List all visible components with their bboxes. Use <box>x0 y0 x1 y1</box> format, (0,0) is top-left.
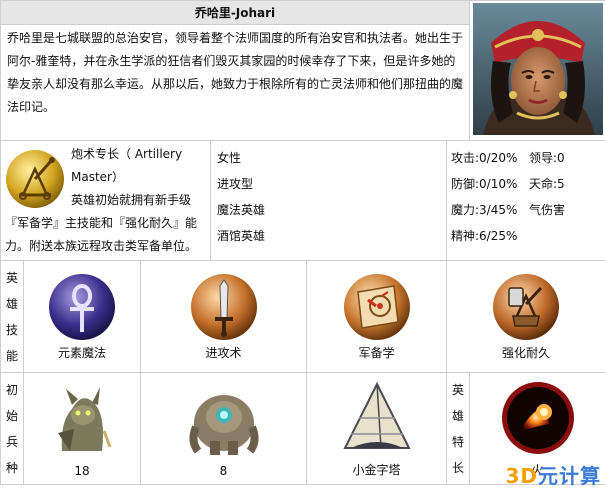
attributes-panel: 女性 进攻型 魔法英雄 酒馆英雄 <box>210 140 447 261</box>
gender-label: 女性 <box>217 151 242 165</box>
stat-leadership: 领导:0 <box>529 151 565 165</box>
gremlin-icon <box>42 381 122 459</box>
stat-qi: 气伤害 <box>529 203 566 217</box>
catapult-icon <box>493 274 559 340</box>
troop-count: 8 <box>219 464 228 478</box>
specialty-panel: 炮术专长（ Artillery Master） 英雄初始就拥有新手级『军备学』主… <box>0 140 211 261</box>
style-label: 进攻型 <box>217 177 254 191</box>
ankh-icon <box>49 274 115 340</box>
skill-enhanced-durability[interactable]: 强化耐久 <box>446 260 605 373</box>
hero-biography: 乔哈里是七城联盟的总治安官，领导着整个法师国度的所有治安官和执法者。她出生于阿尔… <box>0 24 470 141</box>
skill-label: 元素魔法 <box>57 346 106 360</box>
hero-special-label: 英雄特长 <box>446 372 470 485</box>
troops-label-text: 初始兵种 <box>6 382 19 475</box>
stat-attack: 攻击:0/20% <box>451 151 518 165</box>
hero-name: 乔哈里-Johari <box>0 0 470 25</box>
stat-spirit: 精神:6/25% <box>451 229 518 243</box>
skill-label: 进攻术 <box>205 346 242 360</box>
troop-slot-3[interactable]: 小金字塔 <box>306 372 447 485</box>
tavern-label: 酒馆英雄 <box>217 229 266 243</box>
skill-label: 强化耐久 <box>501 346 550 360</box>
watermark-text: 元计算 <box>538 464 601 488</box>
troop-slot-2[interactable]: 8 <box>140 372 307 485</box>
hero-portrait <box>469 0 605 141</box>
catapult-icon <box>6 150 64 208</box>
war-machines-icon <box>343 274 410 340</box>
troop-name: 小金字塔 <box>352 463 401 477</box>
skills-label: 英雄技能 <box>0 260 24 373</box>
sword-icon <box>190 274 257 340</box>
troop-count: 18 <box>74 464 90 478</box>
hero-special-label-text: 英雄特长 <box>452 382 465 475</box>
site-watermark: 3D元计算 <box>505 460 601 489</box>
troops-label: 初始兵种 <box>0 372 24 485</box>
troop-slot-1[interactable]: 18 <box>23 372 141 485</box>
watermark-prefix: 3D <box>505 464 538 488</box>
fireball-icon <box>501 382 574 454</box>
stat-defense: 防御:0/10% <box>451 177 518 191</box>
stats-panel: 攻击:0/20% 领导:0 防御:0/10% 天命:5 魔力:3/45% 气伤害 精神… <box>446 140 605 261</box>
stat-destiny: 天命:5 <box>529 177 565 191</box>
hero-info-table: 乔哈里-Johari 乔哈里是七城联盟的总治安官，领导着整个法师国度的所有治安官… <box>0 0 605 485</box>
skill-elemental-magic[interactable]: 元素魔法 <box>23 260 141 373</box>
stat-magic: 魔力:3/45% <box>451 203 518 217</box>
class-label: 魔法英雄 <box>217 203 266 217</box>
skill-offense[interactable]: 进攻术 <box>140 260 307 373</box>
skill-label: 军备学 <box>358 346 395 360</box>
skill-war-machines[interactable]: 军备学 <box>306 260 447 373</box>
pyramid-icon <box>336 378 417 456</box>
johari-portrait-image <box>472 3 603 135</box>
skills-label-text: 英雄技能 <box>6 270 19 363</box>
golem-icon <box>183 381 264 459</box>
